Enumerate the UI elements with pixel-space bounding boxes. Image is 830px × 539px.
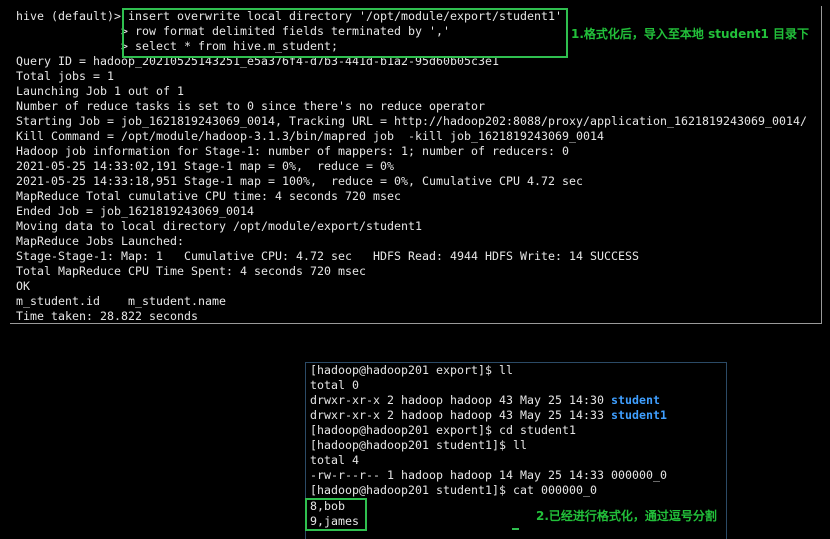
terminal-line: Kill Command = /opt/module/hadoop-3.1.3/… — [16, 129, 605, 143]
terminal-line: Total MapReduce CPU Time Spent: 4 second… — [16, 264, 367, 278]
terminal-line: Total jobs = 1 — [16, 69, 115, 83]
terminal-line: -rw-r--r-- 1 hadoop hadoop 14 May 25 14:… — [310, 468, 668, 482]
terminal-line: Hadoop job information for Stage-1: numb… — [16, 144, 570, 158]
terminal-line: MapReduce Total cumulative CPU time: 4 s… — [16, 189, 402, 203]
terminal-line: total 0 — [310, 378, 360, 392]
sql-highlight-box — [122, 8, 568, 58]
terminal-line: OK — [16, 279, 31, 293]
output-highlight-box — [305, 498, 367, 531]
terminal-line: Number of reduce tasks is set to 0 since… — [16, 99, 486, 113]
terminal-cursor — [512, 528, 519, 530]
terminal-line: Ended Job = job_1621819243069_0014 — [16, 204, 255, 218]
terminal-line: 2021-05-25 14:33:02,191 Stage-1 map = 0%… — [16, 159, 395, 173]
terminal-line: [hadoop@hadoop201 student1]$ cat 000000_… — [310, 483, 598, 497]
terminal-line: [hadoop@hadoop201 export]$ cd student1 — [310, 423, 577, 437]
directory-name: student — [611, 393, 661, 407]
terminal-line: [hadoop@hadoop201 student1]$ ll — [310, 438, 528, 452]
terminal-line: Starting Job = job_1621819243069_0014, T… — [16, 114, 808, 128]
file-listing-text: drwxr-xr-x 2 hadoop hadoop 43 May 25 14:… — [310, 393, 612, 407]
terminal-line: Stage-Stage-1: Map: 1 Cumulative CPU: 4.… — [16, 249, 640, 263]
terminal-line: Launching Job 1 out of 1 — [16, 84, 185, 98]
terminal-line: Time taken: 28.822 seconds — [16, 309, 199, 323]
terminal-line: total 4 — [310, 453, 360, 467]
terminal-line: drwxr-xr-x 2 hadoop hadoop 43 May 25 14:… — [310, 408, 667, 423]
terminal-line: drwxr-xr-x 2 hadoop hadoop 43 May 25 14:… — [310, 393, 660, 408]
terminal-line: [hadoop@hadoop201 export]$ ll — [310, 363, 514, 377]
terminal-line: 2021-05-25 14:33:18,951 Stage-1 map = 10… — [16, 174, 584, 188]
file-listing-text: drwxr-xr-x 2 hadoop hadoop 43 May 25 14:… — [310, 408, 612, 422]
annotation-comma-separated: 2.已经进行格式化，通过逗号分割 — [536, 509, 717, 523]
terminal-line: Moving data to local directory /opt/modu… — [16, 219, 423, 233]
annotation-format-export: 1.格式化后，导入至本地 student1 目录下 — [571, 27, 810, 41]
terminal-line: MapReduce Jobs Launched: — [16, 234, 185, 248]
terminal-line: m_student.id m_student.name — [16, 294, 227, 308]
directory-name: student1 — [611, 408, 668, 422]
